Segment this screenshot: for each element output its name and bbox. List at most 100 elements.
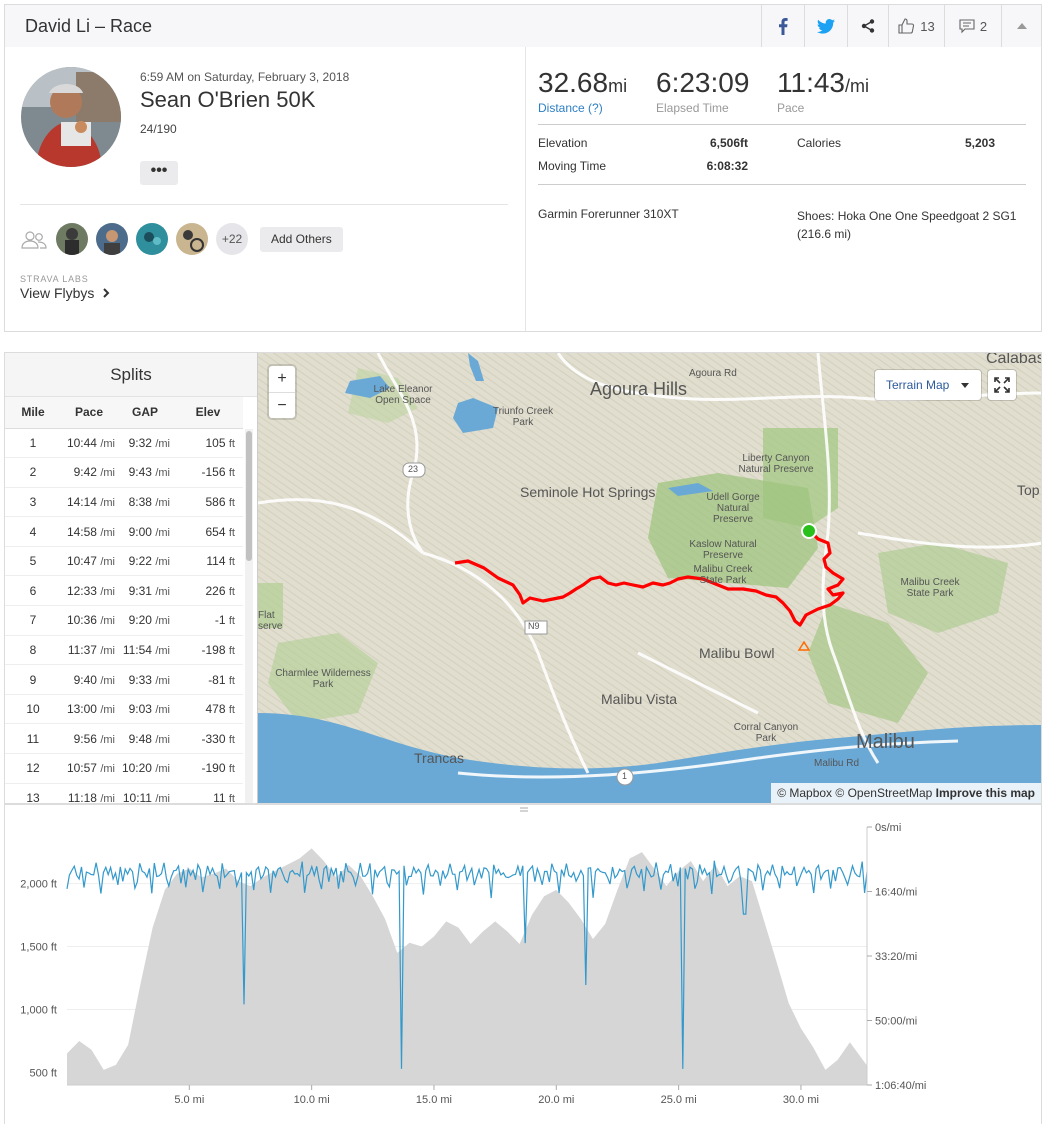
split-gap: 10:20 /mi	[117, 753, 173, 784]
split-pace-unit: /mi	[100, 615, 115, 628]
activity-name: Sean O'Brien 50K	[140, 87, 316, 112]
split-pace: 13:00 /mi	[61, 694, 117, 725]
split-elev-unit: ft	[228, 615, 235, 628]
x-tick-label: 10.0 mi	[294, 1094, 330, 1106]
map-label: Trancas	[414, 750, 465, 766]
resize-grip-icon[interactable]	[519, 805, 529, 813]
more-options-button[interactable]: •••	[140, 161, 178, 185]
athlete-avatar[interactable]	[21, 67, 121, 167]
split-gap-unit: /mi	[155, 526, 170, 539]
split-gap-value: 9:00	[128, 524, 152, 539]
split-row[interactable]: 6 12:33 /mi 9:31 /mi 226 ft	[5, 575, 243, 607]
highway-shield-label: N9	[528, 621, 540, 631]
osm-attribution-link[interactable]: © OpenStreetMap	[835, 786, 932, 800]
split-pace-value: 14:58	[66, 524, 97, 539]
collapse-button[interactable]	[1001, 5, 1041, 47]
split-elev-value: 654	[205, 524, 226, 539]
split-mile: 13	[5, 783, 61, 803]
map-type-dropdown[interactable]: Terrain Map	[875, 370, 981, 400]
divider	[20, 204, 508, 205]
split-mile: 3	[5, 487, 61, 518]
split-elev: 105 ft	[173, 428, 243, 459]
group-athlete-avatar[interactable]	[136, 223, 168, 255]
split-pace-value: 9:56	[73, 731, 97, 746]
y-left-tick-label: 500 ft	[29, 1067, 57, 1079]
split-gap-unit: /mi	[155, 644, 170, 657]
split-row[interactable]: 2 9:42 /mi 9:43 /mi -156 ft	[5, 457, 243, 488]
split-pace-value: 10:57	[66, 761, 97, 776]
activity-header: David Li – Race 13 2	[4, 4, 1042, 48]
more-athletes-count[interactable]: +22	[216, 223, 248, 255]
split-gap: 9:43 /mi	[117, 457, 173, 488]
moving-time-value: 6:08:32	[706, 159, 748, 173]
split-mile: 4	[5, 516, 61, 547]
y-right-tick-label: 16:40/mi	[875, 887, 917, 899]
group-athlete-avatar[interactable]	[176, 223, 208, 255]
split-pace: 11:37 /mi	[61, 635, 117, 666]
split-row[interactable]: 7 10:36 /mi 9:20 /mi -1 ft	[5, 605, 243, 636]
split-pace-unit: /mi	[100, 733, 115, 746]
map-label: Malibu Creek State Park	[900, 577, 960, 599]
zoom-in-button[interactable]: +	[269, 366, 295, 392]
device-name: Garmin Forerunner 310XT	[538, 207, 679, 221]
split-elev: 114 ft	[173, 546, 243, 577]
zoom-out-button[interactable]: −	[269, 392, 295, 418]
split-gap-unit: /mi	[155, 496, 170, 509]
splits-scroll-thumb[interactable]	[246, 431, 252, 561]
highway-shield-label: 23	[408, 464, 419, 474]
y-right-tick-label: 1:06:40/mi	[875, 1080, 926, 1092]
elapsed-time-label: Elapsed Time	[656, 101, 729, 115]
facebook-share-button[interactable]	[761, 5, 804, 47]
map-label: Flat serve	[258, 610, 283, 632]
thumbs-up-icon	[898, 18, 915, 34]
elevation-pace-chart-panel: 2,000 ft 1,500 ft 1,000 ft 500 ft 0s/mi 16:40…	[4, 804, 1042, 1124]
caret-down-icon	[960, 383, 969, 389]
split-row[interactable]: 8 11:37 /mi 11:54 /mi -198 ft	[5, 635, 243, 666]
split-pace-unit: /mi	[100, 437, 115, 450]
split-elev-unit: ft	[228, 763, 235, 776]
kudos-button[interactable]: 13	[888, 5, 944, 47]
mapbox-attribution-link[interactable]: © Mapbox	[777, 786, 832, 800]
split-row[interactable]: 12 10:57 /mi 10:20 /mi -190 ft	[5, 753, 243, 784]
split-row[interactable]: 11 9:56 /mi 9:48 /mi -330 ft	[5, 723, 243, 755]
split-elev: -1 ft	[173, 605, 243, 636]
split-row[interactable]: 10 13:00 /mi 9:03 /mi 478 ft	[5, 694, 243, 725]
x-tick-label: 25.0 mi	[661, 1094, 697, 1106]
shoes-info: Shoes: Hoka One One Speedgoat 2 SG1 (216…	[797, 209, 1017, 241]
view-flybys-link[interactable]: View Flybys	[20, 285, 110, 301]
split-elev-unit: ft	[228, 437, 235, 450]
split-elev: 226 ft	[173, 575, 243, 607]
split-gap-unit: /mi	[155, 467, 170, 480]
split-gap-unit: /mi	[155, 674, 170, 687]
comments-button[interactable]: 2	[944, 5, 1001, 47]
highway-shield-label: 1	[622, 771, 628, 781]
activity-rank: 24/190	[140, 122, 177, 136]
split-gap-unit: /mi	[155, 585, 170, 598]
split-gap: 9:48 /mi	[117, 723, 173, 755]
add-others-button[interactable]: Add Others	[260, 227, 343, 252]
split-row[interactable]: 9 9:40 /mi 9:33 /mi -81 ft	[5, 664, 243, 695]
group-athlete-avatar[interactable]	[96, 223, 128, 255]
route-map[interactable]: Agoura Hills Calabas Agoura Rd Lake Elea…	[257, 352, 1042, 804]
split-pace-value: 10:47	[66, 554, 97, 569]
split-row[interactable]: 4 14:58 /mi 9:00 /mi 654 ft	[5, 516, 243, 547]
split-row[interactable]: 1 10:44 /mi 9:32 /mi 105 ft	[5, 428, 243, 459]
kudos-count: 13	[920, 18, 935, 34]
group-athlete-avatar[interactable]	[56, 223, 88, 255]
split-pace-unit: /mi	[100, 556, 115, 569]
split-mile: 9	[5, 664, 61, 695]
split-gap: 9:20 /mi	[117, 605, 173, 636]
split-elev-unit: ft	[228, 526, 235, 539]
split-gap-unit: /mi	[155, 704, 170, 717]
map-label: Top	[1017, 482, 1040, 498]
improve-map-link[interactable]: Improve this map	[936, 786, 1035, 800]
elevation-pace-chart[interactable]: 2,000 ft 1,500 ft 1,000 ft 500 ft 0s/mi 16:40…	[5, 805, 1041, 1123]
distance-help-link[interactable]: Distance (?)	[538, 101, 627, 115]
split-row[interactable]: 3 14:14 /mi 8:38 /mi 586 ft	[5, 487, 243, 518]
twitter-share-button[interactable]	[804, 5, 847, 47]
share-button[interactable]	[847, 5, 888, 47]
map-label: Liberty Canyon Natural Preserve	[738, 453, 814, 475]
split-row[interactable]: 5 10:47 /mi 9:22 /mi 114 ft	[5, 546, 243, 577]
fullscreen-button[interactable]	[988, 370, 1016, 400]
split-row[interactable]: 13 11:18 /mi 10:11 /mi 11 ft	[5, 783, 243, 803]
